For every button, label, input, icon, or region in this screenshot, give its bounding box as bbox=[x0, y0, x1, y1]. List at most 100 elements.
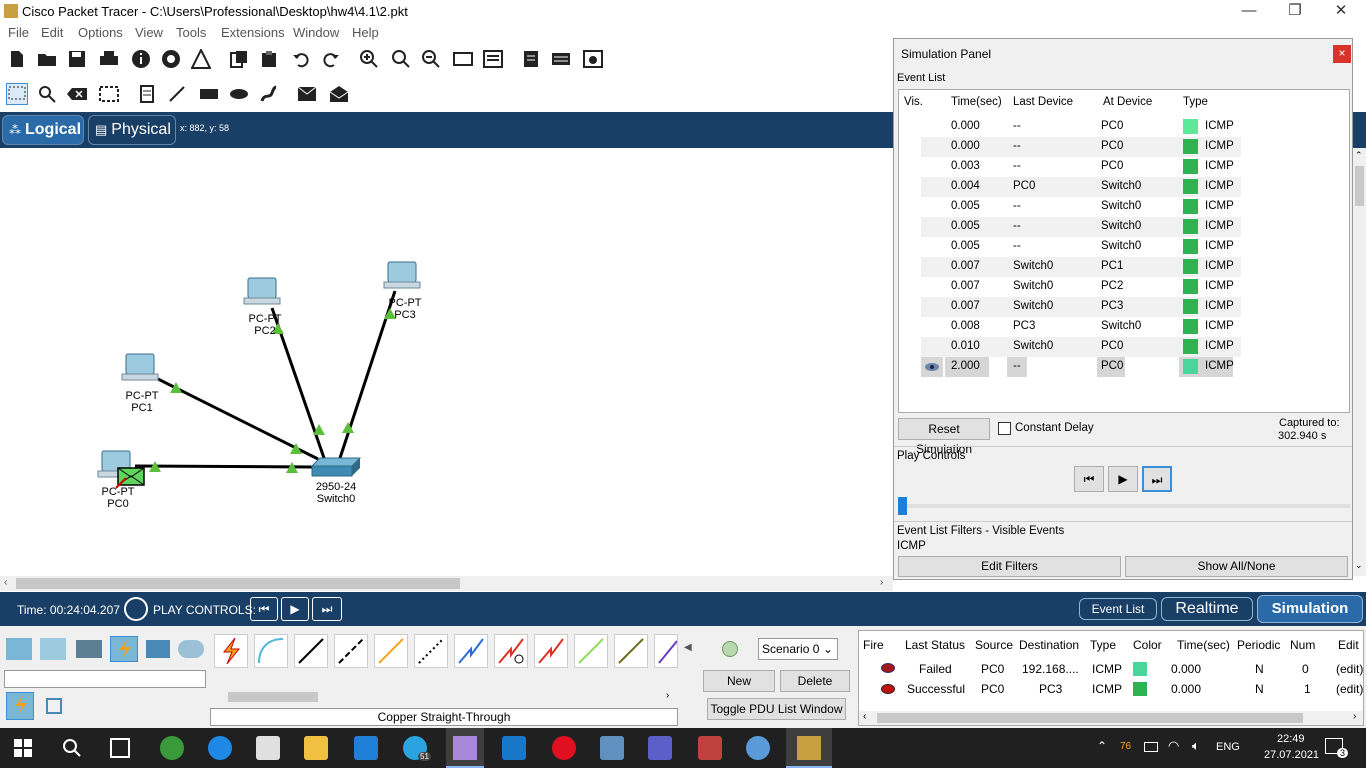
fire-icon[interactable] bbox=[881, 684, 895, 694]
table-row[interactable]: 0.005 -- Switch0 ICMP bbox=[921, 217, 1241, 237]
canvas-horizontal-scrollbar[interactable]: ‹ › bbox=[0, 576, 893, 591]
scroll-right-arrow[interactable]: › bbox=[880, 577, 883, 588]
play-speed-slider-thumb[interactable] bbox=[898, 497, 907, 515]
table-row[interactable]: 0.003 -- PC0 ICMP bbox=[921, 157, 1241, 177]
connections-icon[interactable] bbox=[110, 636, 138, 662]
select-icon[interactable] bbox=[6, 83, 28, 105]
freeform-icon[interactable] bbox=[258, 83, 280, 105]
edge-icon[interactable] bbox=[208, 736, 232, 760]
end-devices-icon[interactable] bbox=[40, 638, 66, 660]
copy-icon[interactable] bbox=[228, 48, 250, 70]
connections-subtype-icon[interactable] bbox=[6, 692, 34, 720]
constant-delay-checkbox[interactable] bbox=[998, 422, 1011, 435]
tab-logical[interactable]: ⁂ Logical bbox=[2, 115, 84, 145]
zoom-reset-icon[interactable] bbox=[390, 48, 412, 70]
table-row[interactable]: Failed PC0 192.168.... ICMP 0.000 N 0 (e… bbox=[859, 659, 1363, 679]
battery-icon[interactable] bbox=[1144, 742, 1158, 752]
table-row[interactable]: 0.000 -- PC0 ICMP bbox=[921, 137, 1241, 157]
scroll-right-arrow[interactable]: › bbox=[666, 690, 669, 701]
realtime-button[interactable]: Realtime bbox=[1161, 597, 1253, 621]
table-row[interactable]: 0.007 Switch0 PC3 ICMP bbox=[921, 297, 1241, 317]
language-indicator[interactable]: ENG bbox=[1216, 741, 1240, 753]
document-icon[interactable] bbox=[520, 48, 542, 70]
copper-straight-through-icon[interactable] bbox=[294, 634, 328, 668]
coaxial-icon[interactable] bbox=[454, 634, 488, 668]
pdu-table-scrollbar[interactable]: ‹ › bbox=[859, 711, 1363, 725]
device-search-field[interactable] bbox=[4, 670, 206, 688]
fiber-icon[interactable] bbox=[374, 634, 408, 668]
table-row[interactable]: 0.010 Switch0 PC0 ICMP bbox=[921, 337, 1241, 357]
show-all-none-button[interactable]: Show All/None bbox=[1125, 556, 1348, 577]
menu-edit[interactable]: Edit bbox=[41, 25, 63, 40]
table-row[interactable]: 0.005 -- Switch0 ICMP bbox=[921, 237, 1241, 257]
custom-device-icon[interactable] bbox=[482, 48, 504, 70]
line-icon[interactable] bbox=[166, 83, 188, 105]
scrollbar-thumb[interactable] bbox=[877, 713, 1303, 723]
back-button[interactable]: ⏮ bbox=[1074, 466, 1104, 492]
scroll-up-arrow[interactable]: ⌃ bbox=[1355, 150, 1363, 161]
resize-icon[interactable] bbox=[98, 83, 120, 105]
utorrent-icon[interactable] bbox=[160, 736, 184, 760]
eye-icon[interactable] bbox=[921, 357, 943, 377]
collapse-arrow[interactable]: ◀ bbox=[684, 642, 692, 653]
table-row[interactable]: 0.007 Switch0 PC2 ICMP bbox=[921, 277, 1241, 297]
table-row[interactable]: 0.004 PC0 Switch0 ICMP bbox=[921, 177, 1241, 197]
scroll-down-arrow[interactable]: ⌄ bbox=[1355, 560, 1363, 571]
logical-workspace-canvas[interactable]: PC-PT PC0 PC-PT PC1 PC-PT PC2 PC-PT PC3 2950… bbox=[0, 148, 893, 576]
table-row[interactable]: 0.000 -- PC0 ICMP bbox=[921, 117, 1241, 137]
note-icon[interactable] bbox=[136, 83, 158, 105]
copper-cross-over-icon[interactable] bbox=[334, 634, 368, 668]
canvas-vertical-scrollbar[interactable]: ⌃ ⌄ bbox=[1353, 148, 1366, 576]
auto-connection-icon[interactable] bbox=[214, 634, 248, 668]
menu-window[interactable]: Window bbox=[293, 25, 339, 40]
simulation-button[interactable]: Simulation bbox=[1257, 595, 1363, 623]
redo-icon[interactable] bbox=[320, 48, 342, 70]
teams-icon[interactable] bbox=[648, 736, 672, 760]
step-back-button[interactable]: ⏮ bbox=[250, 597, 278, 621]
paint-icon[interactable] bbox=[746, 736, 770, 760]
search-icon[interactable] bbox=[62, 738, 82, 758]
menu-tools[interactable]: Tools bbox=[176, 25, 206, 40]
file-explorer-icon[interactable] bbox=[304, 736, 328, 760]
save-icon[interactable] bbox=[66, 48, 88, 70]
visual-studio-taskbar-item[interactable] bbox=[446, 728, 484, 768]
ellipse-icon[interactable] bbox=[228, 83, 250, 105]
close-icon[interactable]: × bbox=[1333, 45, 1351, 63]
rectangle-icon[interactable] bbox=[198, 83, 220, 105]
scrollbar-thumb[interactable] bbox=[1355, 166, 1364, 206]
maximize-button[interactable]: ❐ bbox=[1272, 0, 1318, 24]
iot-cable-icon[interactable] bbox=[614, 634, 648, 668]
scenario-select[interactable]: Scenario 0 ⌄ bbox=[758, 638, 838, 660]
minimize-button[interactable]: — bbox=[1226, 0, 1272, 24]
serial-dte-icon[interactable] bbox=[534, 634, 568, 668]
play-button[interactable]: ▶ bbox=[281, 597, 309, 621]
packet-tracer-taskbar-item[interactable] bbox=[786, 728, 832, 768]
close-button[interactable]: ✕ bbox=[1318, 0, 1364, 24]
add-simple-pdu-icon[interactable] bbox=[296, 83, 318, 105]
table-row[interactable]: 0.007 Switch0 PC1 ICMP bbox=[921, 257, 1241, 277]
drawing-palette-icon[interactable] bbox=[452, 48, 474, 70]
wizard-icon[interactable] bbox=[190, 48, 212, 70]
fire-icon[interactable] bbox=[881, 663, 895, 673]
start-icon[interactable] bbox=[14, 739, 32, 757]
pdf-icon[interactable] bbox=[698, 736, 722, 760]
step-forward-button[interactable]: ⏭ bbox=[312, 597, 342, 621]
new-scenario-button[interactable]: New bbox=[703, 670, 775, 692]
device-template-icon[interactable] bbox=[550, 48, 572, 70]
inspect-icon[interactable] bbox=[36, 83, 58, 105]
scrollbar-thumb[interactable] bbox=[228, 692, 318, 702]
reset-simulation-button[interactable]: Reset Simulation bbox=[898, 418, 990, 456]
delete-icon[interactable] bbox=[66, 83, 88, 105]
components-icon[interactable] bbox=[76, 640, 102, 658]
info-icon[interactable] bbox=[130, 48, 152, 70]
grid-icon[interactable] bbox=[46, 698, 62, 714]
phone-cable-icon[interactable] bbox=[414, 634, 448, 668]
zoom-in-icon[interactable] bbox=[358, 48, 380, 70]
volume-icon[interactable]: 🔈︎ bbox=[1192, 738, 1200, 754]
edit-link[interactable]: (edit) bbox=[1336, 662, 1363, 676]
print-icon[interactable] bbox=[98, 48, 120, 70]
mail-icon[interactable] bbox=[354, 736, 378, 760]
play-speed-slider-track[interactable] bbox=[898, 504, 1350, 508]
scroll-right-arrow[interactable]: › bbox=[1353, 711, 1356, 722]
network-info-icon[interactable] bbox=[160, 48, 182, 70]
